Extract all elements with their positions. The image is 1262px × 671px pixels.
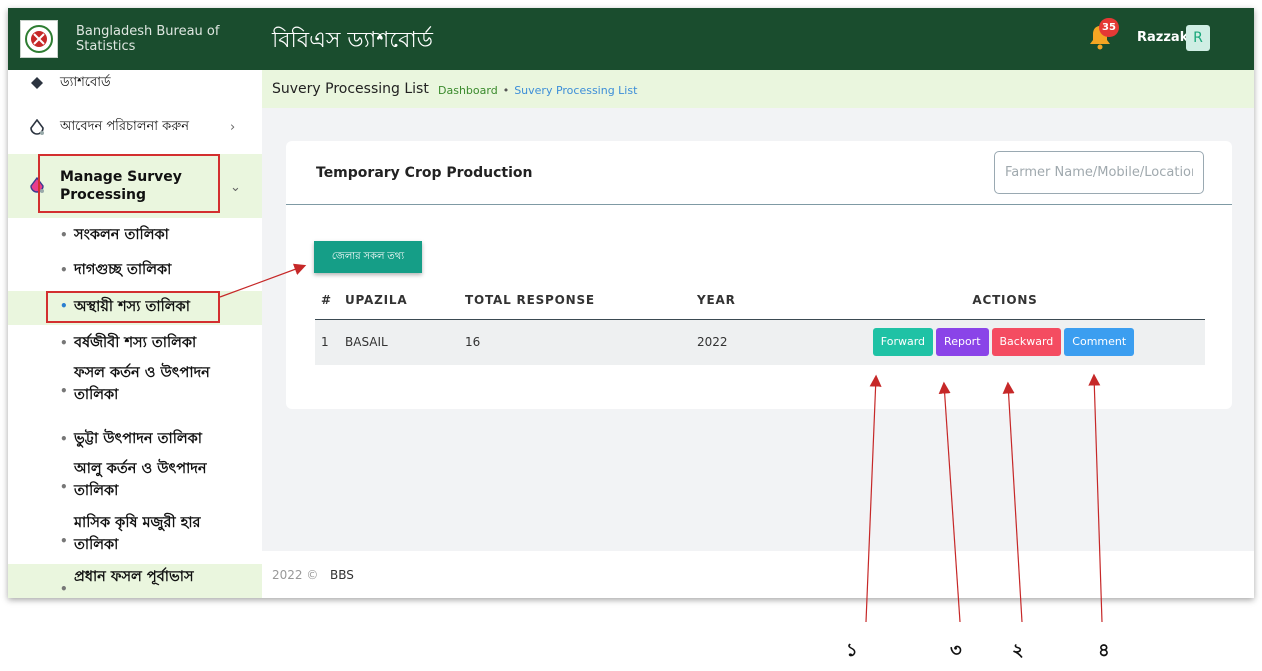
notification-badge: 35: [1099, 18, 1119, 37]
row-actions: Forward Report Backward Comment: [805, 319, 1205, 365]
sidebar-item-dashboard[interactable]: ড্যাশবোর্ড: [8, 70, 262, 96]
backward-button[interactable]: Backward: [991, 328, 1062, 357]
column-header: YEAR: [697, 281, 805, 320]
annotation-number-3: ৩: [950, 640, 962, 661]
highlight-box: [38, 154, 220, 213]
row-number: 1: [315, 319, 345, 365]
row-upazila: BASAIL: [345, 319, 465, 365]
breadcrumb-dashboard-link[interactable]: Dashboard: [438, 84, 498, 97]
column-header: UPAZILA: [345, 281, 465, 320]
footer-org: BBS: [330, 568, 354, 582]
search-input[interactable]: [994, 151, 1204, 194]
sidebar-item-label: আবেদন পরিচালনা করুন: [60, 118, 190, 134]
breadcrumb: Suvery Processing List Dashboard • Suver…: [262, 70, 1254, 108]
annotation-number-1: ১: [846, 640, 858, 661]
breadcrumb-separator: •: [502, 84, 510, 97]
annotation-number-4: ৪: [1098, 640, 1110, 661]
district-all-info-button[interactable]: জেলার সকল তথ্য: [314, 241, 422, 273]
comment-button[interactable]: Comment: [1064, 328, 1135, 357]
sidebar-subitem[interactable]: • প্রধান ফসল পূর্বাভাস: [8, 564, 262, 598]
sidebar-subitem[interactable]: • বর্ষজীবী শস্য তালিকা: [8, 332, 262, 360]
sidebar: ড্যাশবোর্ড আবেদন পরিচালনা করুন › Manage …: [8, 70, 262, 598]
sidebar-subitem[interactable]: • দাগগুচ্ছ তালিকা: [8, 259, 262, 287]
highlight-box: [46, 291, 220, 323]
avatar[interactable]: R: [1186, 25, 1210, 51]
notifications[interactable]: 35: [1088, 18, 1119, 52]
chevron-right-icon: ›: [230, 119, 236, 135]
column-header: ACTIONS: [805, 281, 1205, 320]
footer-year: 2022 ©: [272, 568, 319, 582]
sidebar-subitem[interactable]: • ফসল কর্তন ও উৎপাদন তালিকা: [8, 362, 262, 410]
divider: [286, 204, 1232, 205]
app-window: Bangladesh Bureau of Statistics বিবিএস ড…: [8, 8, 1254, 598]
breadcrumb-current: Suvery Processing List: [514, 84, 638, 97]
diamond-icon: [28, 74, 46, 92]
sidebar-subitem[interactable]: • সংকলন তালিকা: [8, 224, 262, 252]
sidebar-item-label: ড্যাশবোর্ড: [60, 74, 111, 90]
row-total-response: 16: [465, 319, 697, 365]
sidebar-item-manage-applications[interactable]: আবেদন পরিচালনা করুন ›: [8, 114, 262, 140]
survey-card: Temporary Crop Production জেলার সকল তথ্য…: [286, 141, 1232, 409]
table-row: 1 BASAIL 16 2022 Forward Report Backward Co…: [315, 319, 1205, 365]
forward-button[interactable]: Forward: [872, 328, 934, 357]
section-title: Suvery Processing List: [272, 81, 429, 97]
drop-icon: [28, 118, 46, 136]
org-name: Bangladesh Bureau of Statistics: [76, 24, 220, 54]
sidebar-subitem[interactable]: • ভুট্টা উৎপাদন তালিকা: [8, 428, 262, 456]
screenshot-stage: Bangladesh Bureau of Statistics বিবিএস ড…: [0, 0, 1262, 671]
column-header: #: [315, 281, 345, 320]
page-title: বিবিএস ড্যাশবোর্ড: [272, 28, 433, 53]
card-title: Temporary Crop Production: [316, 165, 533, 181]
annotation-number-2: ২: [1012, 640, 1024, 661]
sidebar-subitem[interactable]: • মাসিক কৃষি মজুরী হার তালিকা: [8, 512, 262, 560]
bbs-logo: [20, 20, 58, 58]
survey-table: # UPAZILA TOTAL RESPONSE YEAR ACTIONS 1 …: [315, 281, 1205, 365]
brand[interactable]: Bangladesh Bureau of Statistics: [8, 8, 262, 70]
top-bar: Bangladesh Bureau of Statistics বিবিএস ড…: [8, 8, 1254, 70]
sidebar-subitem[interactable]: • আলু কর্তন ও উৎপাদন তালিকা: [8, 458, 262, 506]
username[interactable]: Razzak: [1137, 30, 1188, 45]
column-header: TOTAL RESPONSE: [465, 281, 697, 320]
report-button[interactable]: Report: [936, 328, 989, 357]
row-year: 2022: [697, 319, 805, 365]
footer: 2022 © BBS: [262, 551, 1254, 598]
chevron-down-icon: ⌄: [230, 180, 241, 195]
